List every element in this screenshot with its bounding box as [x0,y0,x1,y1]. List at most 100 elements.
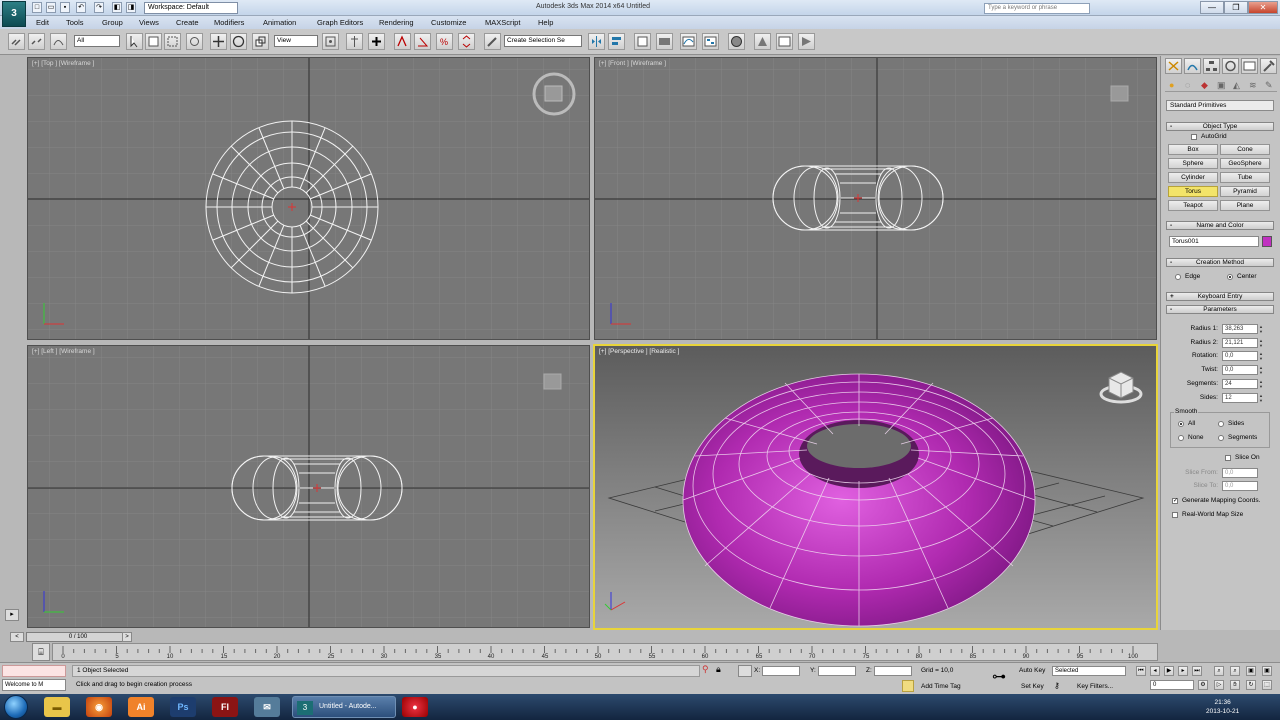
save-file-icon[interactable]: ▪ [60,2,70,13]
shapes-icon[interactable]: ◌ [1185,80,1190,90]
new-file-icon[interactable]: □ [32,2,42,13]
display-tab-icon[interactable] [1241,58,1258,74]
twist-input[interactable]: 0,0 [1222,365,1258,375]
geometry-icon[interactable]: ● [1169,80,1174,90]
cameras-icon[interactable]: ▣ [1217,80,1226,91]
system-clock[interactable]: 21:36 2013-10-21 [1206,698,1239,716]
sphere-button[interactable]: Sphere [1168,158,1218,169]
select-by-name-icon[interactable] [145,33,162,50]
motion-tab-icon[interactable] [1222,58,1239,74]
modify-tab-icon[interactable] [1184,58,1201,74]
viewport-perspective-label[interactable]: [+] [Perspective ] [Realistic ] [599,348,679,355]
maximize-viewport-icon[interactable]: ⬚ [1262,680,1272,690]
select-manipulate-icon[interactable] [346,33,363,50]
fetch-icon[interactable]: ◨ [126,2,136,13]
time-config-icon[interactable]: ⚙ [1198,680,1208,690]
play-icon[interactable]: ▶ [1164,666,1174,676]
help-search-input[interactable]: Type a keyword or phrase [984,3,1090,14]
fov-icon[interactable]: ▷ [1214,680,1224,690]
edit-named-selection-icon[interactable] [484,33,501,50]
redo-icon[interactable]: ↷ [94,2,104,13]
absolute-mode-icon[interactable] [738,665,752,677]
spacewarps-icon[interactable]: ≋ [1249,80,1257,91]
radius2-input[interactable]: 21,121 [1222,338,1258,348]
tube-button[interactable]: Tube [1220,172,1270,183]
keyboard-shortcut-icon[interactable] [368,33,385,50]
menu-create[interactable]: Create [176,18,199,27]
viewport-left[interactable]: [+] [Left ] [Wireframe ] [27,345,590,628]
mail-icon[interactable]: ✉ [254,697,280,717]
go-to-start-icon[interactable]: ⏮ [1136,666,1146,676]
current-frame-input[interactable]: 0 [1150,680,1194,690]
utilities-tab-icon[interactable] [1260,58,1277,74]
keyboard-entry-rollout[interactable]: + Keyboard Entry [1166,292,1274,301]
generate-mapping-checkbox[interactable]: ✓ [1172,498,1178,504]
viewport-layout-icon[interactable]: ▸ [5,609,19,621]
menu-animation[interactable]: Animation [263,18,296,27]
select-move-icon[interactable] [210,33,227,50]
illustrator-icon[interactable]: Ai [128,697,154,717]
menu-edit[interactable]: Edit [36,18,49,27]
viewport-front-label[interactable]: [+] [Front ] [Wireframe ] [599,60,666,67]
lights-icon[interactable]: ◆ [1201,80,1208,91]
object-type-rollout[interactable]: - Object Type [1166,122,1274,131]
explorer-icon[interactable]: ▬ [44,697,70,717]
box-button[interactable]: Box [1168,144,1218,155]
curve-editor-icon[interactable] [680,33,697,50]
media-player-icon[interactable]: ● [402,697,428,717]
layer-manager-icon[interactable] [634,33,651,50]
taskbar-3dsmax-task[interactable]: 3 Untitled - Autode... [292,696,396,718]
select-rotate-icon[interactable] [230,33,247,50]
cylinder-button[interactable]: Cylinder [1168,172,1218,183]
link-icon[interactable] [8,33,25,50]
viewport-left-label[interactable]: [+] [Left ] [Wireframe ] [32,348,95,355]
go-to-end-icon[interactable]: ⏭ [1192,666,1202,676]
graphite-ribbon-icon[interactable] [656,33,673,50]
zoom-extents-all-icon[interactable]: ▣ [1262,666,1272,676]
set-key-button[interactable]: Set Key [1021,683,1044,690]
angle-snap-icon[interactable] [414,33,431,50]
add-time-tag[interactable]: Add Time Tag [921,683,961,690]
restore-button[interactable]: ❐ [1224,1,1248,14]
pivot-center-icon[interactable] [322,33,339,50]
app-logo[interactable]: 3 [2,1,26,27]
pyramid-button[interactable]: Pyramid [1220,186,1270,197]
create-tab-icon[interactable] [1165,58,1182,74]
auto-key-button[interactable]: Auto Key [1019,667,1045,674]
viewport-front[interactable]: [+] [Front ] [Wireframe ] [594,57,1157,340]
object-color-swatch[interactable] [1262,236,1272,247]
radius2-spinner-icon[interactable]: ▲ ▼ [1259,338,1263,348]
key-filters-button[interactable]: Key Filters... [1077,683,1113,690]
segments-spinner-icon[interactable]: ▲ ▼ [1259,379,1263,389]
percent-snap-icon[interactable]: % [436,33,453,50]
object-name-input[interactable]: Torus001 [1169,236,1259,247]
align-icon[interactable] [608,33,625,50]
mirror-icon[interactable] [588,33,605,50]
menu-maxscript[interactable]: MAXScript [485,18,520,27]
pan-icon[interactable]: ✋︎ [1230,680,1240,690]
key-icon[interactable]: ⚷ [1054,681,1060,690]
rotation-spinner-icon[interactable]: ▲ ▼ [1259,351,1263,361]
key-mode-select[interactable]: Selected [1052,666,1126,676]
mini-curve-editor-icon[interactable]: ⌸ [32,643,50,661]
firefox-icon[interactable]: ◉ [86,697,112,717]
next-frame-icon[interactable]: ▸ [1178,666,1188,676]
menu-modifiers[interactable]: Modifiers [214,18,244,27]
smooth-all-radio[interactable] [1178,421,1184,427]
creation-edge-radio[interactable] [1175,274,1181,280]
rendered-frame-window-icon[interactable] [776,33,793,50]
radius1-spinner-icon[interactable]: ▲ ▼ [1259,324,1263,334]
schematic-view-icon[interactable] [702,33,719,50]
helpers-icon[interactable]: ◭ [1233,80,1240,91]
time-tag-icon[interactable] [902,680,914,692]
time-slider[interactable]: 0 / 100 [26,632,130,642]
segments-input[interactable]: 24 [1222,379,1258,389]
menu-customize[interactable]: Customize [431,18,466,27]
real-world-map-checkbox[interactable] [1172,512,1178,518]
hold-icon[interactable]: ◧ [112,2,122,13]
zoom-extents-icon[interactable]: ▣ [1246,666,1256,676]
spinner-snap-icon[interactable] [458,33,475,50]
autogrid-checkbox[interactable] [1191,134,1197,140]
x-coord-input[interactable] [762,666,800,676]
named-selection-select[interactable]: Create Selection Se [504,35,582,47]
